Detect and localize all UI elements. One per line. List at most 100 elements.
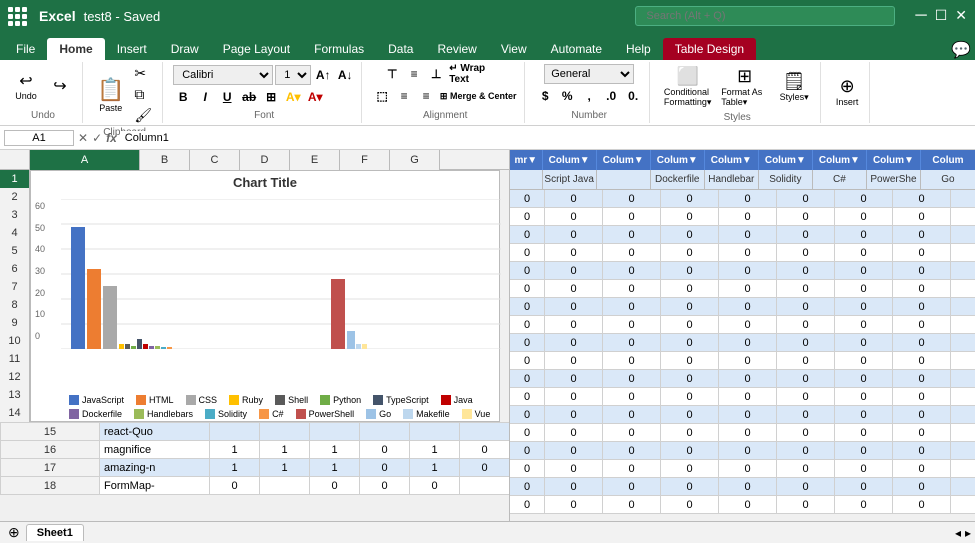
- right-cell[interactable]: 0: [603, 280, 661, 298]
- row-7-num[interactable]: 7: [0, 278, 30, 296]
- underline-button[interactable]: U: [217, 87, 237, 107]
- row-9-num[interactable]: 9: [0, 314, 30, 332]
- right-cell[interactable]: 0: [545, 262, 603, 280]
- right-cell[interactable]: 0: [545, 388, 603, 406]
- right-cell[interactable]: 0: [777, 442, 835, 460]
- right-col-1[interactable]: Colum▼: [543, 150, 597, 170]
- chart-container[interactable]: Chart Title 0 10 20 30 40 50 60: [30, 170, 500, 422]
- right-cell[interactable]: 0: [951, 442, 975, 460]
- row-3-num[interactable]: 3: [0, 206, 30, 224]
- right-cell[interactable]: 0: [661, 226, 719, 244]
- cell-styles-button[interactable]: 🗒 Styles▾: [774, 69, 814, 105]
- cell-17-C[interactable]: 1: [260, 459, 310, 477]
- font-color-button[interactable]: A▾: [305, 87, 325, 107]
- right-col-5[interactable]: Colum▼: [759, 150, 813, 170]
- app-grid-icon[interactable]: [8, 7, 27, 26]
- right-cell[interactable]: 0: [893, 244, 951, 262]
- right-cell[interactable]: 0: [777, 316, 835, 334]
- right-cell[interactable]: 0: [951, 298, 975, 316]
- right-cell[interactable]: 0: [661, 496, 719, 514]
- number-format-selector[interactable]: General: [544, 64, 634, 84]
- right-cell[interactable]: 0: [835, 262, 893, 280]
- scroll-right-btn[interactable]: ▸: [965, 526, 971, 540]
- row-4-num[interactable]: 4: [0, 224, 30, 242]
- increase-decimal-button[interactable]: .0: [601, 86, 621, 106]
- right-cell[interactable]: 0: [893, 316, 951, 334]
- row-8-num[interactable]: 8: [0, 296, 30, 314]
- right-cell[interactable]: 0: [777, 496, 835, 514]
- align-top-button[interactable]: ⊤: [382, 64, 402, 84]
- align-right-button[interactable]: ≡: [416, 86, 436, 106]
- right-cell[interactable]: 0: [545, 298, 603, 316]
- row-10-num[interactable]: 10: [0, 332, 30, 350]
- right-cell[interactable]: 0: [719, 190, 777, 208]
- right-cell[interactable]: 0: [661, 244, 719, 262]
- right-cell[interactable]: 0: [510, 352, 545, 370]
- right-cell[interactable]: 0: [951, 208, 975, 226]
- right-cell[interactable]: 0: [951, 370, 975, 388]
- right-cell[interactable]: 0: [510, 406, 545, 424]
- right-cell[interactable]: 0: [661, 388, 719, 406]
- right-cell[interactable]: 0: [835, 388, 893, 406]
- right-cell[interactable]: 0: [719, 388, 777, 406]
- right-cell[interactable]: 0: [545, 208, 603, 226]
- right-cell[interactable]: 0: [510, 388, 545, 406]
- right-cell[interactable]: 0: [719, 478, 777, 496]
- right-cell[interactable]: 0: [835, 370, 893, 388]
- italic-button[interactable]: I: [195, 87, 215, 107]
- right-cell[interactable]: 0: [661, 280, 719, 298]
- right-cell[interactable]: 0: [603, 208, 661, 226]
- right-cell[interactable]: 0: [777, 190, 835, 208]
- col-header-B[interactable]: B: [140, 150, 190, 170]
- scroll-left-btn[interactable]: ◂: [955, 526, 961, 540]
- right-cell[interactable]: 0: [510, 262, 545, 280]
- align-left-button[interactable]: ⬚: [372, 86, 392, 106]
- cell-15-C[interactable]: [260, 423, 310, 441]
- confirm-formula-icon[interactable]: ✓: [92, 131, 102, 145]
- name-box[interactable]: [4, 130, 74, 146]
- tab-help[interactable]: Help: [614, 38, 663, 60]
- cell-18-F[interactable]: 0: [410, 477, 460, 495]
- cell-15-D[interactable]: [310, 423, 360, 441]
- right-cell[interactable]: 0: [545, 460, 603, 478]
- cell-17-D[interactable]: 1: [310, 459, 360, 477]
- right-cell[interactable]: 0: [893, 280, 951, 298]
- comments-icon[interactable]: 💬: [951, 40, 971, 60]
- right-cell[interactable]: 0: [510, 226, 545, 244]
- right-cell[interactable]: 0: [661, 478, 719, 496]
- right-cell[interactable]: 0: [510, 442, 545, 460]
- right-cell[interactable]: 0: [719, 316, 777, 334]
- right-cell[interactable]: 0: [545, 226, 603, 244]
- align-center-button[interactable]: ≡: [394, 86, 414, 106]
- right-cell[interactable]: 0: [835, 226, 893, 244]
- right-cell[interactable]: 0: [545, 370, 603, 388]
- right-col-7[interactable]: Colum▼: [867, 150, 921, 170]
- row-5-num[interactable]: 5: [0, 242, 30, 260]
- row-11-num[interactable]: 11: [0, 350, 30, 368]
- paste-button[interactable]: 📋 Paste: [93, 75, 128, 115]
- tab-insert[interactable]: Insert: [105, 38, 159, 60]
- right-cell[interactable]: 0: [777, 370, 835, 388]
- cell-15-A[interactable]: react-Quo: [100, 423, 210, 441]
- right-cell[interactable]: 0: [893, 208, 951, 226]
- right-cell[interactable]: 0: [835, 280, 893, 298]
- cell-15-G[interactable]: [460, 423, 510, 441]
- right-cell[interactable]: 0: [603, 460, 661, 478]
- right-cell[interactable]: 0: [893, 406, 951, 424]
- right-cell[interactable]: 0: [951, 334, 975, 352]
- right-cell[interactable]: 0: [603, 370, 661, 388]
- right-cell[interactable]: 0: [661, 460, 719, 478]
- right-cell[interactable]: 0: [545, 244, 603, 262]
- right-cell[interactable]: 0: [893, 352, 951, 370]
- right-cell[interactable]: 0: [603, 262, 661, 280]
- tab-draw[interactable]: Draw: [159, 38, 211, 60]
- col-header-D[interactable]: D: [240, 150, 290, 170]
- right-cell[interactable]: 0: [719, 352, 777, 370]
- row-2-num[interactable]: 2: [0, 188, 30, 206]
- right-cell[interactable]: 0: [893, 262, 951, 280]
- right-cell[interactable]: 0: [661, 208, 719, 226]
- right-cell[interactable]: 0: [545, 496, 603, 514]
- format-painter-button[interactable]: 🖌: [130, 106, 156, 125]
- right-cell[interactable]: 0: [777, 262, 835, 280]
- right-cell[interactable]: 0: [719, 334, 777, 352]
